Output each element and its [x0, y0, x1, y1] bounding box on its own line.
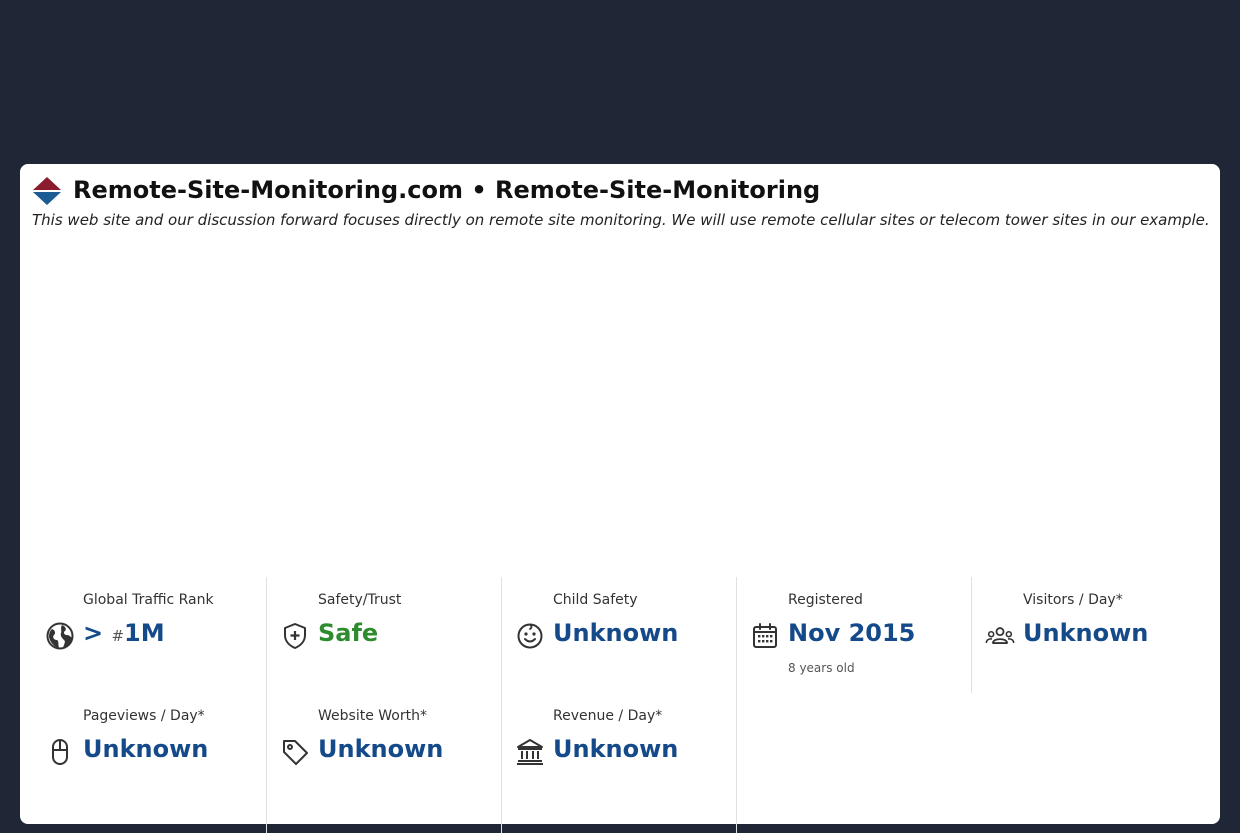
stat-value: Unknown: [553, 735, 679, 763]
shield-plus-icon: [284, 623, 306, 649]
stat-value: Unknown: [553, 619, 679, 647]
calendar-icon: [753, 623, 777, 648]
stat-value: Unknown: [1023, 619, 1149, 647]
stat-registered: Registered Nov 2015 8 years old: [737, 577, 972, 693]
stat-pageviews: Pageviews / Day* Unknown: [32, 693, 267, 833]
stat-label: Pageviews / Day*: [83, 708, 205, 724]
stat-value: Safe: [318, 619, 379, 647]
stat-subtext: 8 years old: [788, 661, 855, 675]
stat-website-worth: Website Worth* Unknown: [267, 693, 502, 833]
stat-label: Revenue / Day*: [553, 708, 663, 724]
stat-value: Unknown: [83, 735, 209, 763]
stat-label: Global Traffic Rank: [83, 592, 214, 608]
rank-prefix: >: [83, 619, 104, 647]
stat-value: Unknown: [318, 735, 444, 763]
people-icon: [985, 627, 1015, 644]
stat-label: Child Safety: [553, 592, 638, 608]
stat-value: Nov 2015: [788, 619, 916, 647]
baby-face-icon: [517, 623, 543, 649]
stat-label: Safety/Trust: [318, 592, 402, 608]
stat-visitors: Visitors / Day* Unknown: [972, 577, 1207, 693]
stat-value: > #1M: [83, 619, 165, 647]
rank-hash: #: [111, 627, 125, 645]
site-logo-icon: [33, 177, 61, 205]
page-title: Remote-Site-Monitoring.com • Remote-Site…: [73, 176, 821, 204]
stat-label: Visitors / Day*: [1023, 592, 1123, 608]
rank-number: 1M: [124, 619, 165, 647]
mouse-icon: [52, 739, 68, 765]
stat-traffic-rank: Global Traffic Rank > #1M: [32, 577, 267, 693]
globe-icon: [46, 622, 74, 650]
stat-label: Website Worth*: [318, 708, 427, 724]
site-card: Remote-Site-Monitoring.com • Remote-Site…: [20, 164, 1220, 833]
site-description: This web site and our discussion forward…: [32, 211, 1210, 229]
stat-safety: Safety/Trust Safe: [267, 577, 502, 693]
stat-child-safety: Child Safety Unknown: [502, 577, 737, 693]
price-tag-icon: [283, 740, 308, 765]
stat-revenue: Revenue / Day* Unknown: [502, 693, 737, 833]
stat-label: Registered: [788, 592, 863, 608]
bank-icon: [517, 739, 543, 765]
